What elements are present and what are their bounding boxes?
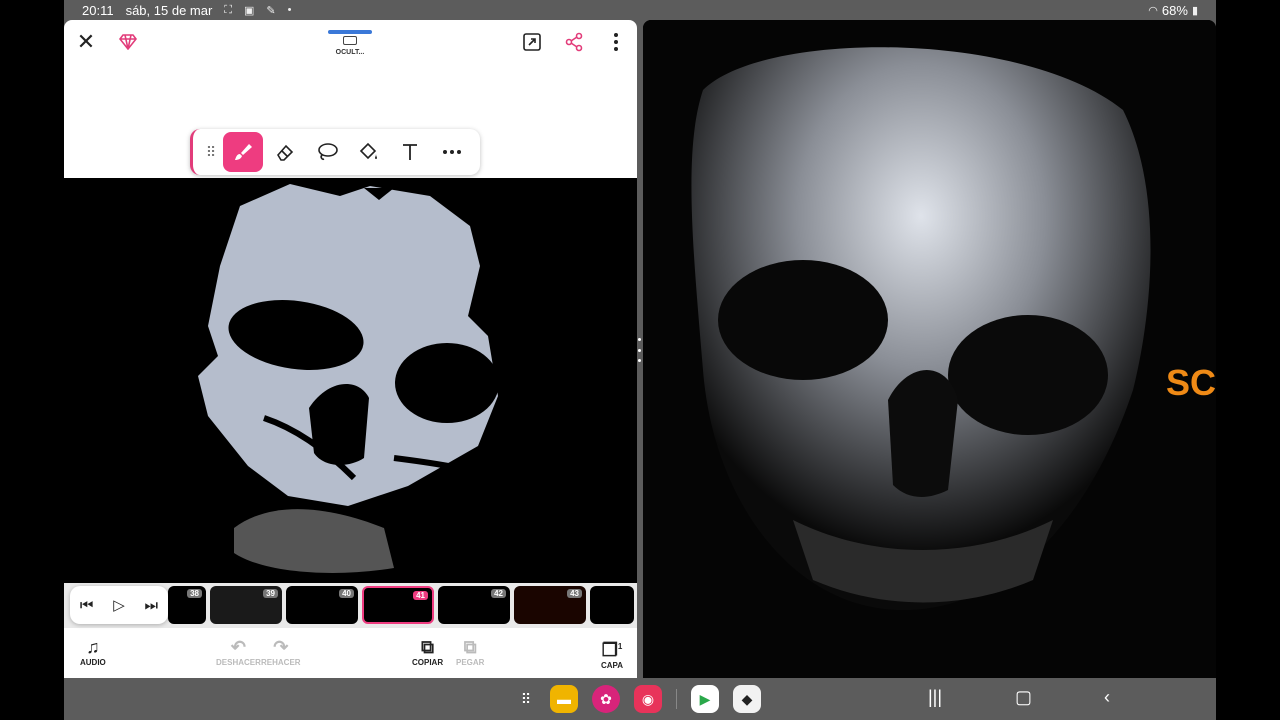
layers-button[interactable]: ❐1 CAPA bbox=[601, 636, 623, 670]
redo-icon: ↷ bbox=[273, 637, 289, 657]
copy-icon: ⧉ bbox=[421, 637, 434, 657]
navigation-bar: ⠿ ▬ ✿ ◉ ▶ ◆ ||| ▢ ‹ bbox=[64, 678, 1216, 720]
home-icon[interactable]: ▢ bbox=[1015, 687, 1032, 708]
bottom-action-bar: ♫ AUDIO ↶ DESHACER ↷ REHACER ⧉ COPIAR ⧉ … bbox=[64, 628, 637, 678]
frame-number: 41 bbox=[413, 591, 428, 600]
app-dock: ⠿ ▬ ✿ ◉ ▶ ◆ bbox=[516, 685, 761, 713]
wifi-icon: ◠ bbox=[1148, 4, 1158, 17]
battery-level: 68% bbox=[1161, 2, 1188, 18]
skull-photo bbox=[643, 20, 1216, 678]
hide-ui-button[interactable]: OCULT... bbox=[326, 26, 374, 60]
more-horizontal-icon[interactable] bbox=[432, 132, 472, 172]
flower-app-icon[interactable]: ✿ bbox=[592, 685, 620, 713]
redo-label: REHACER bbox=[261, 658, 301, 667]
drag-handle-icon[interactable]: ⠿ bbox=[201, 132, 221, 172]
apps-grid-icon[interactable]: ⠿ bbox=[516, 685, 536, 713]
frame-thumbnail[interactable]: 38 bbox=[168, 586, 206, 624]
lasso-icon[interactable] bbox=[307, 132, 347, 172]
screen-record-icon: ▣ bbox=[244, 4, 255, 17]
paste-button[interactable]: ⧉ PEGAR bbox=[456, 636, 484, 667]
skull-drawing bbox=[198, 184, 505, 573]
share-icon[interactable] bbox=[562, 30, 586, 54]
layers-count: 1 bbox=[617, 642, 623, 651]
paste-label: PEGAR bbox=[456, 658, 485, 667]
skip-forward-icon[interactable]: ⏭ bbox=[145, 597, 159, 614]
frame-thumbnail[interactable]: 43 bbox=[514, 586, 586, 624]
roblox-icon[interactable]: ◆ bbox=[733, 685, 761, 713]
redo-button[interactable]: ↷ REHACER bbox=[261, 636, 301, 667]
layers-label: CAPA bbox=[601, 661, 624, 670]
battery-icon: ▮ bbox=[1191, 4, 1198, 17]
close-icon[interactable]: ✕ bbox=[74, 29, 98, 54]
play-icon[interactable]: ▷ bbox=[113, 596, 125, 614]
video-reference-panel: SC bbox=[643, 20, 1216, 678]
camera-app-icon[interactable]: ◉ bbox=[634, 685, 662, 713]
play-store-icon[interactable]: ▶ bbox=[691, 685, 719, 713]
expand-icon[interactable] bbox=[520, 30, 544, 54]
dock-separator bbox=[676, 689, 677, 709]
audio-button[interactable]: ♫ AUDIO bbox=[80, 636, 106, 667]
frame-strip: 38 39 40 41 42 43 bbox=[168, 586, 634, 624]
brush-icon[interactable] bbox=[222, 132, 263, 172]
text-icon[interactable] bbox=[390, 132, 430, 172]
right-letterbox bbox=[1216, 0, 1280, 720]
frame-number: 38 bbox=[187, 589, 202, 598]
drawing-canvas[interactable] bbox=[64, 178, 637, 583]
recents-icon[interactable]: ||| bbox=[928, 687, 942, 708]
undo-icon: ↶ bbox=[230, 637, 246, 657]
undo-label: DESHACER bbox=[216, 658, 261, 667]
copy-button[interactable]: ⧉ COPIAR bbox=[412, 636, 443, 667]
layers-icon: ❐1 bbox=[601, 640, 623, 660]
skip-back-icon[interactable]: ⏮ bbox=[80, 597, 94, 614]
back-icon[interactable]: ‹ bbox=[1104, 687, 1110, 708]
eraser-icon[interactable] bbox=[265, 132, 305, 172]
split-divider-handle[interactable] bbox=[638, 338, 641, 362]
undo-button[interactable]: ↶ DESHACER bbox=[216, 636, 261, 667]
music-note-icon: ♫ bbox=[86, 637, 100, 657]
top-bar: ✕ OCULT... bbox=[64, 20, 637, 64]
fill-bucket-icon[interactable] bbox=[348, 132, 388, 172]
frame-timeline: ⏮ ▷ ⏭ 38 39 40 41 42 43 bbox=[64, 583, 637, 628]
hide-indicator-bar bbox=[328, 30, 372, 34]
gem-icon[interactable] bbox=[116, 30, 140, 54]
status-date: sáb, 15 de mar bbox=[125, 2, 213, 18]
screenshot-icon: ⛶ bbox=[224, 3, 232, 16]
left-letterbox bbox=[0, 0, 64, 720]
animation-app: ✕ OCULT... ⠿ ⏮ ▷ ⏭ 38 39 40 41 42 43 ♫ A… bbox=[64, 20, 637, 678]
frame-number: 40 bbox=[339, 589, 354, 598]
frame-thumbnail[interactable]: 39 bbox=[210, 586, 282, 624]
frame-number: 42 bbox=[491, 589, 506, 598]
frame-thumbnail[interactable] bbox=[590, 586, 634, 624]
copy-label: COPIAR bbox=[412, 658, 444, 667]
partial-overlay-text: SC bbox=[1165, 362, 1216, 403]
pen-icon: ✎ bbox=[266, 4, 276, 17]
dot-icon: • bbox=[287, 4, 292, 16]
status-time: 20:11 bbox=[82, 2, 114, 18]
frame-number: 39 bbox=[263, 589, 278, 598]
audio-label: AUDIO bbox=[80, 658, 106, 667]
hide-ui-icon bbox=[343, 36, 357, 45]
drawing-toolbar: ⠿ bbox=[190, 129, 480, 175]
playback-controls: ⏮ ▷ ⏭ bbox=[70, 586, 168, 624]
hide-ui-label: OCULT... bbox=[335, 49, 365, 56]
files-icon[interactable]: ▬ bbox=[550, 685, 578, 713]
more-vertical-icon[interactable] bbox=[604, 30, 628, 54]
frame-thumbnail-active[interactable]: 41 bbox=[362, 586, 434, 624]
paste-icon: ⧉ bbox=[463, 637, 477, 657]
frame-thumbnail[interactable]: 40 bbox=[286, 586, 358, 624]
status-bar: 20:11 sáb, 15 de mar ⛶ ▣ ✎ • ◠ 68% ▮ bbox=[64, 0, 1216, 20]
frame-thumbnail[interactable]: 42 bbox=[438, 586, 510, 624]
frame-number: 43 bbox=[567, 589, 582, 598]
